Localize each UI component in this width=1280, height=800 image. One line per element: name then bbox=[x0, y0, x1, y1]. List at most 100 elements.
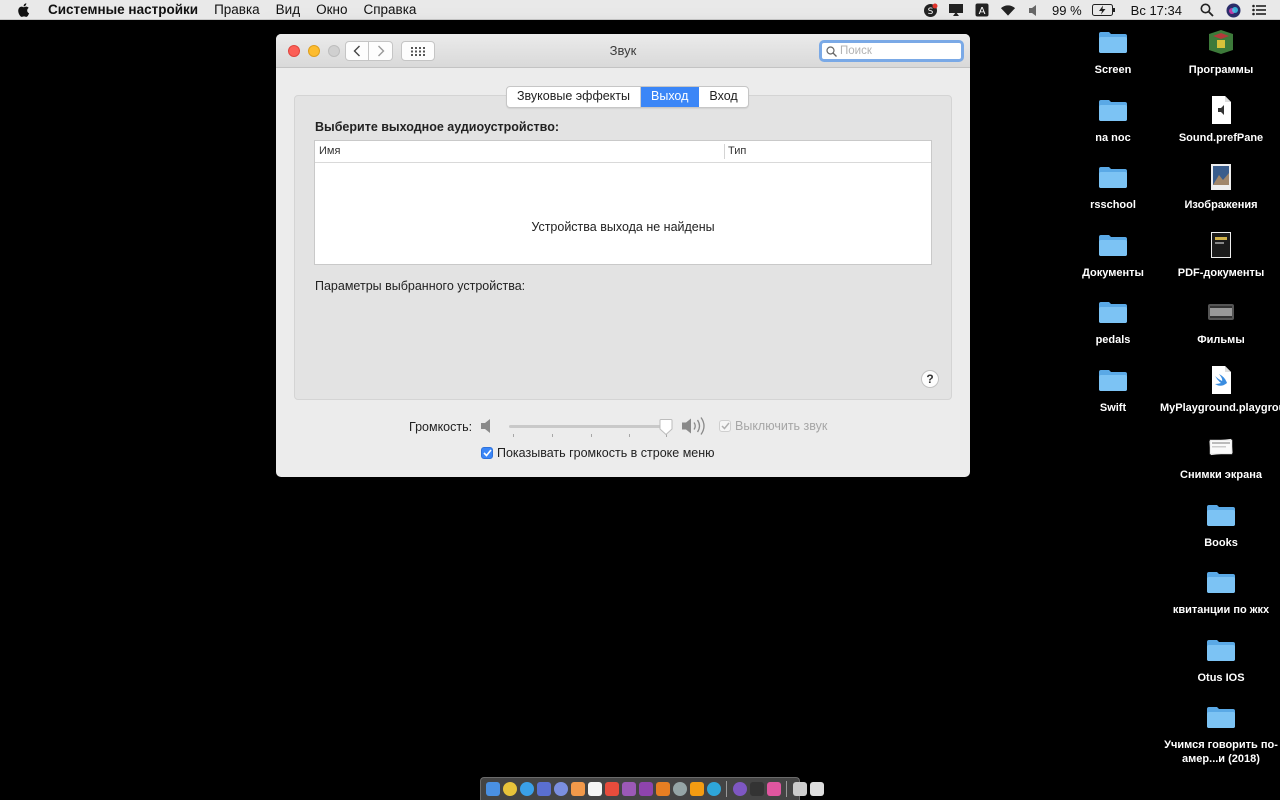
desktop-item[interactable]: Books bbox=[1160, 499, 1280, 550]
volume-low-icon bbox=[481, 419, 490, 433]
desktop-item[interactable]: Снимки экрана bbox=[1160, 431, 1280, 482]
volume-icon[interactable] bbox=[1026, 2, 1042, 18]
finder-icon[interactable] bbox=[485, 782, 500, 796]
desktop-item[interactable]: Screen bbox=[1053, 26, 1173, 77]
folder-icon bbox=[1099, 370, 1127, 391]
no-devices-message: Устройства выхода не найдены bbox=[531, 220, 715, 234]
desktop-item-label: Изображения bbox=[1184, 199, 1258, 211]
trash-icon[interactable] bbox=[809, 782, 824, 796]
screen-mirror-icon[interactable] bbox=[948, 2, 964, 18]
desktop-item-label: pedals bbox=[1095, 334, 1131, 346]
notes-icon[interactable] bbox=[587, 782, 602, 796]
desktop-item[interactable]: квитанции по жкх bbox=[1160, 566, 1280, 617]
discord-icon[interactable] bbox=[553, 782, 568, 796]
desktop-item[interactable]: PDF-документы bbox=[1160, 229, 1280, 280]
volume-slider[interactable] bbox=[509, 419, 673, 437]
desktop-item-label: na noc bbox=[1095, 132, 1131, 144]
folder-icon bbox=[1099, 100, 1127, 121]
github-icon[interactable] bbox=[621, 782, 636, 796]
desktop-item-label: rsschool bbox=[1090, 199, 1136, 211]
desktop-item[interactable]: Изображения bbox=[1160, 161, 1280, 212]
skype-icon[interactable]: S bbox=[922, 2, 938, 18]
mute-label: Выключить звук bbox=[735, 419, 828, 433]
xcode-icon[interactable] bbox=[536, 782, 551, 796]
menu-window[interactable]: Окно bbox=[308, 0, 355, 20]
calendar-icon[interactable] bbox=[604, 782, 619, 796]
folder-icon bbox=[1207, 707, 1235, 728]
document-icon bbox=[1212, 96, 1231, 124]
slider-tick bbox=[513, 434, 514, 437]
books-icon[interactable] bbox=[689, 782, 704, 796]
menu-clock[interactable]: Вс 17:34 bbox=[1131, 3, 1182, 18]
siri-icon[interactable] bbox=[1225, 2, 1241, 18]
slider-tick bbox=[629, 434, 630, 437]
svg-text:A: A bbox=[979, 6, 986, 17]
terminal-icon[interactable] bbox=[749, 782, 764, 796]
menu-view[interactable]: Вид bbox=[268, 0, 308, 20]
system-preferences-icon[interactable] bbox=[672, 782, 687, 796]
show-volume-checkbox[interactable] bbox=[481, 447, 493, 459]
battery-icon[interactable] bbox=[1091, 2, 1116, 18]
window-titlebar[interactable]: Звук bbox=[276, 34, 970, 68]
preview-icon[interactable] bbox=[766, 782, 781, 796]
desktop-item[interactable]: pedals bbox=[1053, 296, 1173, 347]
screenshots-icon bbox=[1209, 438, 1233, 456]
desktop-item[interactable]: MyPlayground.playground bbox=[1160, 364, 1280, 415]
tab-input[interactable]: Вход bbox=[699, 87, 747, 107]
desktop-item-label: PDF-документы bbox=[1177, 267, 1265, 279]
folder-icon bbox=[1099, 235, 1127, 256]
output-device-table[interactable]: Имя Тип Устройства выхода не найдены bbox=[314, 140, 932, 265]
swift-file-icon bbox=[1212, 366, 1231, 394]
search-icon bbox=[826, 45, 837, 57]
desktop-item-label: Снимки экрана bbox=[1180, 469, 1262, 481]
folder-icon bbox=[1099, 302, 1127, 323]
volume-label: Громкость: bbox=[409, 420, 473, 434]
wifi-icon[interactable] bbox=[1000, 2, 1016, 18]
help-button[interactable]: ? bbox=[921, 370, 939, 388]
desktop-item[interactable]: Фильмы bbox=[1160, 296, 1280, 347]
volume-slider-thumb[interactable] bbox=[659, 419, 673, 435]
visual-studio-icon[interactable] bbox=[638, 782, 653, 796]
notification-center-icon[interactable] bbox=[1251, 2, 1267, 18]
desktop-item-label: Sound.prefPane bbox=[1178, 132, 1264, 144]
menu-edit[interactable]: Правка bbox=[206, 0, 268, 20]
apple-menu-icon[interactable] bbox=[16, 2, 32, 18]
telegram-icon[interactable] bbox=[706, 782, 721, 796]
folder-icon bbox=[1099, 167, 1127, 188]
mute-checkbox[interactable] bbox=[719, 420, 731, 432]
column-name-header[interactable]: Имя bbox=[319, 141, 340, 162]
tab-sound-effects[interactable]: Звуковые эффекты bbox=[507, 87, 641, 107]
desktop-item[interactable]: Документы bbox=[1053, 229, 1173, 280]
movies-icon bbox=[1208, 304, 1234, 320]
swift-playgrounds-icon[interactable] bbox=[655, 782, 670, 796]
viber-icon[interactable] bbox=[732, 782, 747, 796]
image-icon bbox=[1211, 164, 1231, 190]
spotlight-icon[interactable] bbox=[1199, 2, 1215, 18]
safari-icon[interactable] bbox=[519, 782, 534, 796]
sound-preferences-window: Звук Звуковые эффекты Выход Вход Выберит… bbox=[276, 34, 970, 477]
mute-checkbox-row: Выключить звук bbox=[719, 419, 827, 433]
desktop-item[interactable]: Sound.prefPane bbox=[1160, 94, 1280, 145]
desktop-item[interactable]: Программы bbox=[1160, 26, 1280, 77]
sublime-icon[interactable] bbox=[570, 782, 585, 796]
tab-output[interactable]: Выход bbox=[641, 87, 700, 107]
menu-app-name[interactable]: Системные настройки bbox=[40, 0, 206, 20]
chrome-icon[interactable] bbox=[502, 782, 517, 796]
folder-icon bbox=[1099, 32, 1127, 53]
desktop-item[interactable]: Otus IOS bbox=[1160, 634, 1280, 685]
input-source-icon[interactable]: A bbox=[974, 2, 990, 18]
desktop-item[interactable]: Учимся говорить по-амер...и (2018) bbox=[1160, 701, 1280, 766]
desktop-item-label: Фильмы bbox=[1197, 334, 1245, 346]
menu-help[interactable]: Справка bbox=[355, 0, 424, 20]
show-volume-label: Показывать громкость в строке меню bbox=[497, 446, 715, 460]
search-input[interactable] bbox=[837, 45, 950, 57]
column-type-header[interactable]: Тип bbox=[728, 141, 746, 162]
status-area: S A 99 % Вс 17:34 bbox=[917, 0, 1272, 20]
search-field[interactable] bbox=[819, 40, 964, 62]
battery-percent[interactable]: 99 % bbox=[1052, 3, 1082, 18]
desktop-item[interactable]: na noc bbox=[1053, 94, 1173, 145]
slider-tick bbox=[591, 434, 592, 437]
desktop-item[interactable]: Swift bbox=[1053, 364, 1173, 415]
desktop-item[interactable]: rsschool bbox=[1053, 161, 1173, 212]
downloads-icon[interactable] bbox=[792, 782, 807, 796]
